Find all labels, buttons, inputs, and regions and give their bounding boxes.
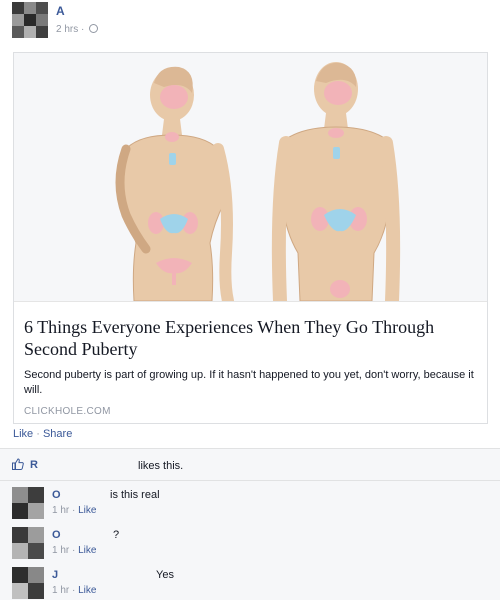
link-preview-card[interactable]: 6 Things Everyone Experiences When They …: [13, 52, 488, 424]
female-figure: [115, 66, 234, 301]
commenter-name[interactable]: O: [52, 489, 61, 501]
link-description: Second puberty is part of growing up. If…: [24, 369, 474, 396]
comment-time[interactable]: 1 hr: [52, 545, 69, 556]
comment-like-button[interactable]: Like: [78, 585, 96, 596]
male-figure: [271, 62, 401, 301]
comment-like-button[interactable]: Like: [78, 545, 96, 556]
comment-text: Yes: [156, 569, 174, 581]
comment-item: J Yes 1 hr · Like: [0, 567, 500, 600]
thumbs-up-icon: [12, 458, 24, 470]
comment-text: is this real: [110, 489, 160, 501]
author-avatar[interactable]: [12, 2, 48, 38]
anatomy-illustration: [115, 62, 401, 301]
commenter-avatar[interactable]: [12, 527, 44, 559]
share-button[interactable]: Share: [43, 428, 72, 440]
commenter-avatar[interactable]: [12, 567, 44, 599]
likes-text: likes this.: [138, 460, 184, 472]
comment-text: ?: [113, 529, 120, 541]
comment-meta: 1 hr · Like: [52, 585, 96, 596]
comment-meta: 1 hr · Like: [52, 505, 96, 516]
post-author-name[interactable]: A: [56, 4, 65, 18]
link-preview-body[interactable]: 6 Things Everyone Experiences When They …: [14, 301, 487, 423]
commenter-name[interactable]: O: [52, 529, 61, 541]
comment-time[interactable]: 1 hr: [52, 585, 69, 596]
audience-globe-icon[interactable]: [89, 24, 99, 33]
feedback-section: R likes this. O is this real 1 hr · Like…: [0, 448, 500, 600]
post-meta-separator: ·: [78, 24, 88, 35]
link-title[interactable]: 6 Things Everyone Experiences When They …: [24, 316, 477, 360]
link-domain: CLICKHOLE.COM: [24, 406, 111, 417]
comment-meta-separator: ·: [69, 545, 79, 556]
comment-meta-separator: ·: [69, 505, 79, 516]
commenter-avatar[interactable]: [12, 487, 44, 519]
link-preview-image[interactable]: [14, 53, 487, 301]
comment-item: O ? 1 hr · Like: [0, 527, 500, 565]
actions-separator: ·: [33, 428, 43, 440]
commenter-name[interactable]: J: [52, 569, 58, 581]
comment-like-button[interactable]: Like: [78, 505, 96, 516]
like-button[interactable]: Like: [13, 428, 33, 440]
liker-name[interactable]: R: [30, 459, 38, 471]
post-time[interactable]: 2 hrs: [56, 24, 78, 35]
likes-summary: R likes this.: [0, 449, 500, 481]
comment-meta: 1 hr · Like: [52, 545, 96, 556]
comment-item: O is this real 1 hr · Like: [0, 487, 500, 525]
post-meta: 2 hrs ·: [56, 24, 99, 35]
post-actions: Like · Share: [13, 428, 72, 440]
comment-meta-separator: ·: [69, 585, 79, 596]
comment-time[interactable]: 1 hr: [52, 505, 69, 516]
